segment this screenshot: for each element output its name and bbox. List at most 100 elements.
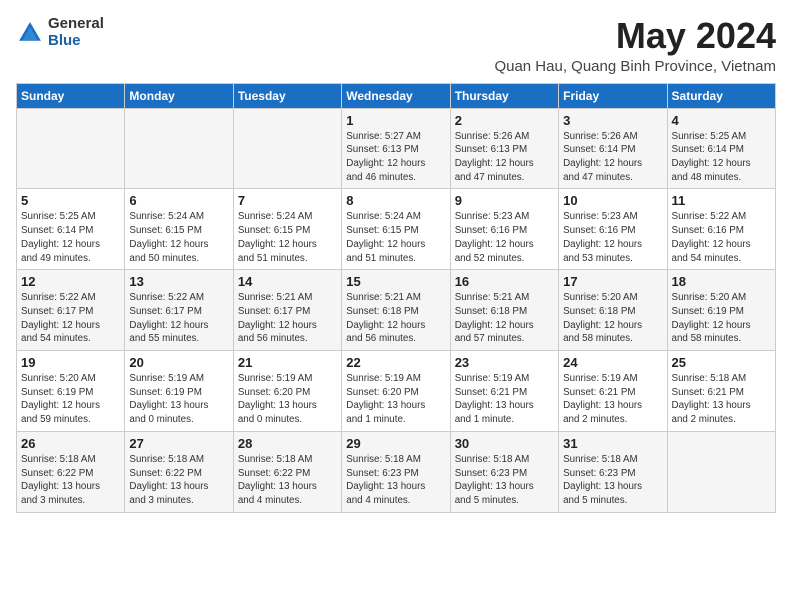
logo-icon [16,19,44,47]
day-info: Sunrise: 5:26 AMSunset: 6:14 PMDaylight:… [563,130,662,185]
day-info: Sunrise: 5:24 AMSunset: 6:15 PMDaylight:… [238,210,337,265]
col-tuesday: Tuesday [233,83,341,108]
day-cell: 31 Sunrise: 5:18 AMSunset: 6:23 PMDayligh… [559,431,667,512]
day-number: 5 [21,193,120,208]
day-info: Sunrise: 5:21 AMSunset: 6:18 PMDaylight:… [346,291,445,346]
day-number: 3 [563,113,662,128]
day-cell: 27Sunrise: 5:18 AMSunset: 6:22 PMDayligh… [125,431,233,512]
day-cell: 20 Sunrise: 5:19 AMSunset: 6:19 PMDayligh… [125,351,233,432]
day-number: 1 [346,113,445,128]
day-info: Sunrise: 5:21 AMSunset: 6:17 PMDaylight:… [238,291,337,346]
day-info: Sunrise: 5:18 AMSunset: 6:22 PMDaylight:… [21,453,120,508]
day-number: 27 [129,436,228,451]
day-info: Sunrise: 5:18 AMSunset: 6:23 PMDaylight:… [346,453,445,508]
day-cell: 1 Sunrise: 5:27 AMSunset: 6:13 PMDaylight… [342,108,450,189]
logo: General Blue [16,16,104,49]
day-cell: 16 Sunrise: 5:21 AMSunset: 6:18 PMDayligh… [450,270,558,351]
day-info: Sunrise: 5:24 AMSunset: 6:15 PMDaylight:… [346,210,445,265]
title-block: May 2024 Quan Hau, Quang Binh Province, … [494,16,776,75]
week-row-4: 19 Sunrise: 5:20 AMSunset: 6:19 PMDayligh… [17,351,776,432]
col-friday: Friday [559,83,667,108]
day-cell: 11 Sunrise: 5:22 AMSunset: 6:16 PMDayligh… [667,189,775,270]
day-cell: 4Sunrise: 5:25 AMSunset: 6:14 PMDaylight… [667,108,775,189]
day-cell: 10Sunrise: 5:23 AMSunset: 6:16 PMDayligh… [559,189,667,270]
day-cell: 8 Sunrise: 5:24 AMSunset: 6:15 PMDaylight… [342,189,450,270]
calendar-body: 1 Sunrise: 5:27 AMSunset: 6:13 PMDaylight… [17,108,776,512]
col-thursday: Thursday [450,83,558,108]
day-number: 29 [346,436,445,451]
day-info: Sunrise: 5:20 AMSunset: 6:19 PMDaylight:… [672,291,771,346]
day-info: Sunrise: 5:22 AMSunset: 6:16 PMDaylight:… [672,210,771,265]
day-cell [667,431,775,512]
day-info: Sunrise: 5:18 AMSunset: 6:22 PMDaylight:… [238,453,337,508]
day-info: Sunrise: 5:22 AMSunset: 6:17 PMDaylight:… [21,291,120,346]
day-cell: 21Sunrise: 5:19 AMSunset: 6:20 PMDayligh… [233,351,341,432]
day-cell: 5Sunrise: 5:25 AMSunset: 6:14 PMDaylight… [17,189,125,270]
day-number: 8 [346,193,445,208]
day-cell: 7 Sunrise: 5:24 AMSunset: 6:15 PMDaylight… [233,189,341,270]
day-info: Sunrise: 5:18 AMSunset: 6:23 PMDaylight:… [563,453,662,508]
day-number: 30 [455,436,554,451]
week-row-3: 12Sunrise: 5:22 AMSunset: 6:17 PMDayligh… [17,270,776,351]
day-number: 15 [346,274,445,289]
day-info: Sunrise: 5:20 AMSunset: 6:18 PMDaylight:… [563,291,662,346]
day-number: 22 [346,355,445,370]
day-info: Sunrise: 5:19 AMSunset: 6:19 PMDaylight:… [129,372,228,427]
day-number: 9 [455,193,554,208]
day-cell: 30Sunrise: 5:18 AMSunset: 6:23 PMDayligh… [450,431,558,512]
day-cell: 22 Sunrise: 5:19 AMSunset: 6:20 PMDayligh… [342,351,450,432]
day-cell [233,108,341,189]
day-number: 20 [129,355,228,370]
day-number: 11 [672,193,771,208]
day-number: 2 [455,113,554,128]
day-info: Sunrise: 5:19 AMSunset: 6:20 PMDaylight:… [238,372,337,427]
day-info: Sunrise: 5:18 AMSunset: 6:21 PMDaylight:… [672,372,771,427]
day-cell: 28 Sunrise: 5:18 AMSunset: 6:22 PMDayligh… [233,431,341,512]
day-number: 28 [238,436,337,451]
day-cell: 6Sunrise: 5:24 AMSunset: 6:15 PMDaylight… [125,189,233,270]
week-row-1: 1 Sunrise: 5:27 AMSunset: 6:13 PMDaylight… [17,108,776,189]
calendar-subtitle: Quan Hau, Quang Binh Province, Vietnam [494,58,776,75]
col-sunday: Sunday [17,83,125,108]
day-info: Sunrise: 5:19 AMSunset: 6:20 PMDaylight:… [346,372,445,427]
day-cell: 15 Sunrise: 5:21 AMSunset: 6:18 PMDayligh… [342,270,450,351]
calendar-table: Sunday Monday Tuesday Wednesday Thursday… [16,83,776,513]
page-header: General Blue May 2024 Quan Hau, Quang Bi… [16,16,776,75]
day-info: Sunrise: 5:23 AMSunset: 6:16 PMDaylight:… [455,210,554,265]
day-cell: 2Sunrise: 5:26 AMSunset: 6:13 PMDaylight… [450,108,558,189]
day-number: 18 [672,274,771,289]
day-number: 31 [563,436,662,451]
day-cell [125,108,233,189]
day-info: Sunrise: 5:24 AMSunset: 6:15 PMDaylight:… [129,210,228,265]
day-info: Sunrise: 5:22 AMSunset: 6:17 PMDaylight:… [129,291,228,346]
calendar-header: Sunday Monday Tuesday Wednesday Thursday… [17,83,776,108]
day-cell: 13Sunrise: 5:22 AMSunset: 6:17 PMDayligh… [125,270,233,351]
calendar-title: May 2024 [494,16,776,56]
header-row: Sunday Monday Tuesday Wednesday Thursday… [17,83,776,108]
day-cell: 26 Sunrise: 5:18 AMSunset: 6:22 PMDayligh… [17,431,125,512]
day-number: 25 [672,355,771,370]
day-cell: 17 Sunrise: 5:20 AMSunset: 6:18 PMDayligh… [559,270,667,351]
day-info: Sunrise: 5:21 AMSunset: 6:18 PMDaylight:… [455,291,554,346]
day-info: Sunrise: 5:20 AMSunset: 6:19 PMDaylight:… [21,372,120,427]
day-cell: 24 Sunrise: 5:19 AMSunset: 6:21 PMDayligh… [559,351,667,432]
day-cell: 23Sunrise: 5:19 AMSunset: 6:21 PMDayligh… [450,351,558,432]
day-cell [17,108,125,189]
day-number: 16 [455,274,554,289]
week-row-2: 5Sunrise: 5:25 AMSunset: 6:14 PMDaylight… [17,189,776,270]
col-saturday: Saturday [667,83,775,108]
day-number: 26 [21,436,120,451]
day-number: 23 [455,355,554,370]
day-number: 19 [21,355,120,370]
col-wednesday: Wednesday [342,83,450,108]
day-info: Sunrise: 5:27 AMSunset: 6:13 PMDaylight:… [346,130,445,185]
day-cell: 18 Sunrise: 5:20 AMSunset: 6:19 PMDayligh… [667,270,775,351]
col-monday: Monday [125,83,233,108]
day-number: 10 [563,193,662,208]
day-number: 7 [238,193,337,208]
day-number: 24 [563,355,662,370]
day-cell: 29 Sunrise: 5:18 AMSunset: 6:23 PMDayligh… [342,431,450,512]
day-cell: 9 Sunrise: 5:23 AMSunset: 6:16 PMDaylight… [450,189,558,270]
day-number: 17 [563,274,662,289]
day-info: Sunrise: 5:19 AMSunset: 6:21 PMDaylight:… [563,372,662,427]
